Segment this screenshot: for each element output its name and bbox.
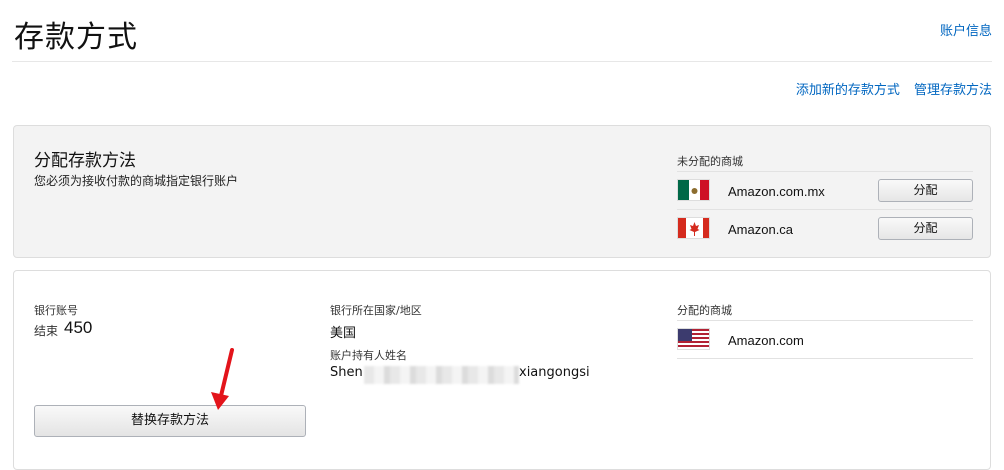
row-divider (677, 358, 973, 359)
mexico-flag-icon (677, 179, 710, 201)
account-holder-name-end: xiangongsi (519, 365, 590, 380)
account-ending-prefix: 结束 (34, 324, 59, 338)
replace-deposit-method-button[interactable]: 替换存款方法 (34, 405, 306, 437)
bank-account-label: 银行账号 (34, 304, 78, 317)
canada-flag-icon (677, 217, 710, 239)
add-deposit-method-link[interactable]: 添加新的存款方式 (796, 83, 900, 98)
marketplace-row-mx: Amazon.com.mx 分配 (677, 171, 973, 210)
page-title: 存款方式 (14, 20, 138, 55)
assign-button-ca[interactable]: 分配 (878, 217, 973, 240)
usa-flag-icon (677, 328, 710, 350)
assign-button-mx[interactable]: 分配 (878, 179, 973, 202)
marketplace-name: Amazon.ca (728, 222, 794, 237)
bank-country-label: 银行所在国家/地区 (330, 304, 422, 317)
redacted-mask (364, 366, 519, 384)
marketplace-name: Amazon.com.mx (728, 184, 825, 199)
account-ending-digits: 450 (64, 318, 93, 337)
assign-section-title: 分配存款方法 (34, 151, 136, 171)
account-info-link[interactable]: 账户信息 (940, 20, 992, 39)
bank-country-value: 美国 (330, 326, 357, 341)
top-links: 添加新的存款方式 管理存款方法 (786, 79, 992, 98)
bank-account-panel: 银行账号 结束 450 银行所在国家/地区 美国 账户持有人姓名 Shen xi… (13, 270, 991, 470)
marketplace-row-ca: Amazon.ca 分配 (677, 209, 973, 248)
assigned-marketplaces-header: 分配的商城 (677, 304, 732, 317)
manage-deposit-methods-link[interactable]: 管理存款方法 (914, 83, 992, 98)
account-holder-name-start: Shen (330, 365, 363, 380)
header-divider (12, 61, 992, 62)
red-arrow-annotation (211, 348, 234, 410)
assigned-marketplace-row-us: Amazon.com (677, 320, 973, 359)
assign-deposit-method-panel: 分配存款方法 您必须为接收付款的商城指定银行账户 未分配的商城 Amazon.c… (13, 125, 991, 258)
marketplace-name: Amazon.com (728, 333, 804, 348)
assign-section-subtitle: 您必须为接收付款的商城指定银行账户 (34, 174, 239, 188)
account-holder-label: 账户持有人姓名 (330, 349, 407, 362)
unassigned-marketplaces-header: 未分配的商城 (677, 155, 743, 168)
